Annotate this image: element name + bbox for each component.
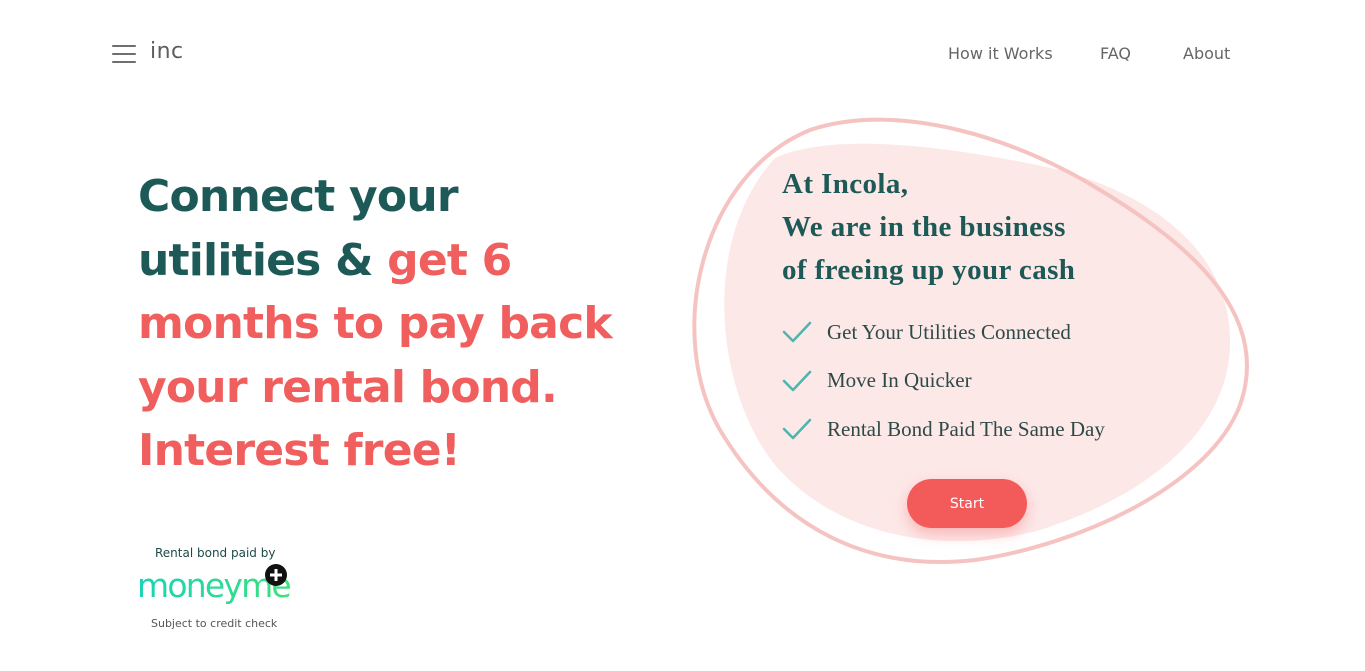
nav-about[interactable]: About bbox=[1183, 44, 1230, 63]
headline-part: get 6 bbox=[387, 234, 512, 286]
hero-headline: Connect your utilities & get 6 months to… bbox=[138, 165, 658, 483]
headline-part: months to pay back bbox=[138, 298, 613, 349]
headline-part: Interest free! bbox=[138, 425, 461, 476]
menu-line bbox=[112, 61, 136, 63]
menu-line bbox=[112, 53, 136, 55]
hamburger-menu-icon[interactable] bbox=[112, 45, 136, 63]
check-icon bbox=[782, 370, 812, 392]
headline-part: Connect your bbox=[138, 171, 459, 222]
nav-how-it-works[interactable]: How it Works bbox=[948, 44, 1053, 63]
rental-bond-paid-by-label: Rental bond paid by bbox=[155, 546, 276, 560]
feature-label: Rental Bond Paid The Same Day bbox=[827, 416, 1105, 441]
headline-part: your rental bond. bbox=[138, 361, 558, 413]
tagline-line: of freeing up your cash bbox=[782, 254, 1076, 286]
tagline-line: We are in the business bbox=[782, 211, 1066, 243]
menu-line bbox=[112, 45, 136, 47]
tagline-line: At Incola, bbox=[782, 168, 909, 200]
feature-item: Get Your Utilities Connected bbox=[782, 308, 1105, 357]
feature-item: Move In Quicker bbox=[782, 357, 1105, 406]
feature-label: Get Your Utilities Connected bbox=[827, 319, 1071, 344]
start-button[interactable]: Start bbox=[907, 479, 1027, 528]
check-icon bbox=[782, 418, 812, 440]
moneyme-logo: moneyme bbox=[137, 564, 337, 612]
nav-faq[interactable]: FAQ bbox=[1100, 44, 1131, 63]
feature-label: Move In Quicker bbox=[827, 368, 972, 393]
headline-part: utilities & bbox=[138, 234, 388, 286]
feature-list: Get Your Utilities Connected Move In Qui… bbox=[782, 308, 1105, 454]
logo[interactable]: inc bbox=[150, 39, 184, 64]
plus-icon bbox=[265, 564, 287, 586]
card-tagline: At Incola, We are in the business of fre… bbox=[782, 163, 1222, 292]
credit-check-note: Subject to credit check bbox=[151, 617, 278, 630]
check-icon bbox=[782, 321, 812, 343]
feature-item: Rental Bond Paid The Same Day bbox=[782, 405, 1105, 454]
